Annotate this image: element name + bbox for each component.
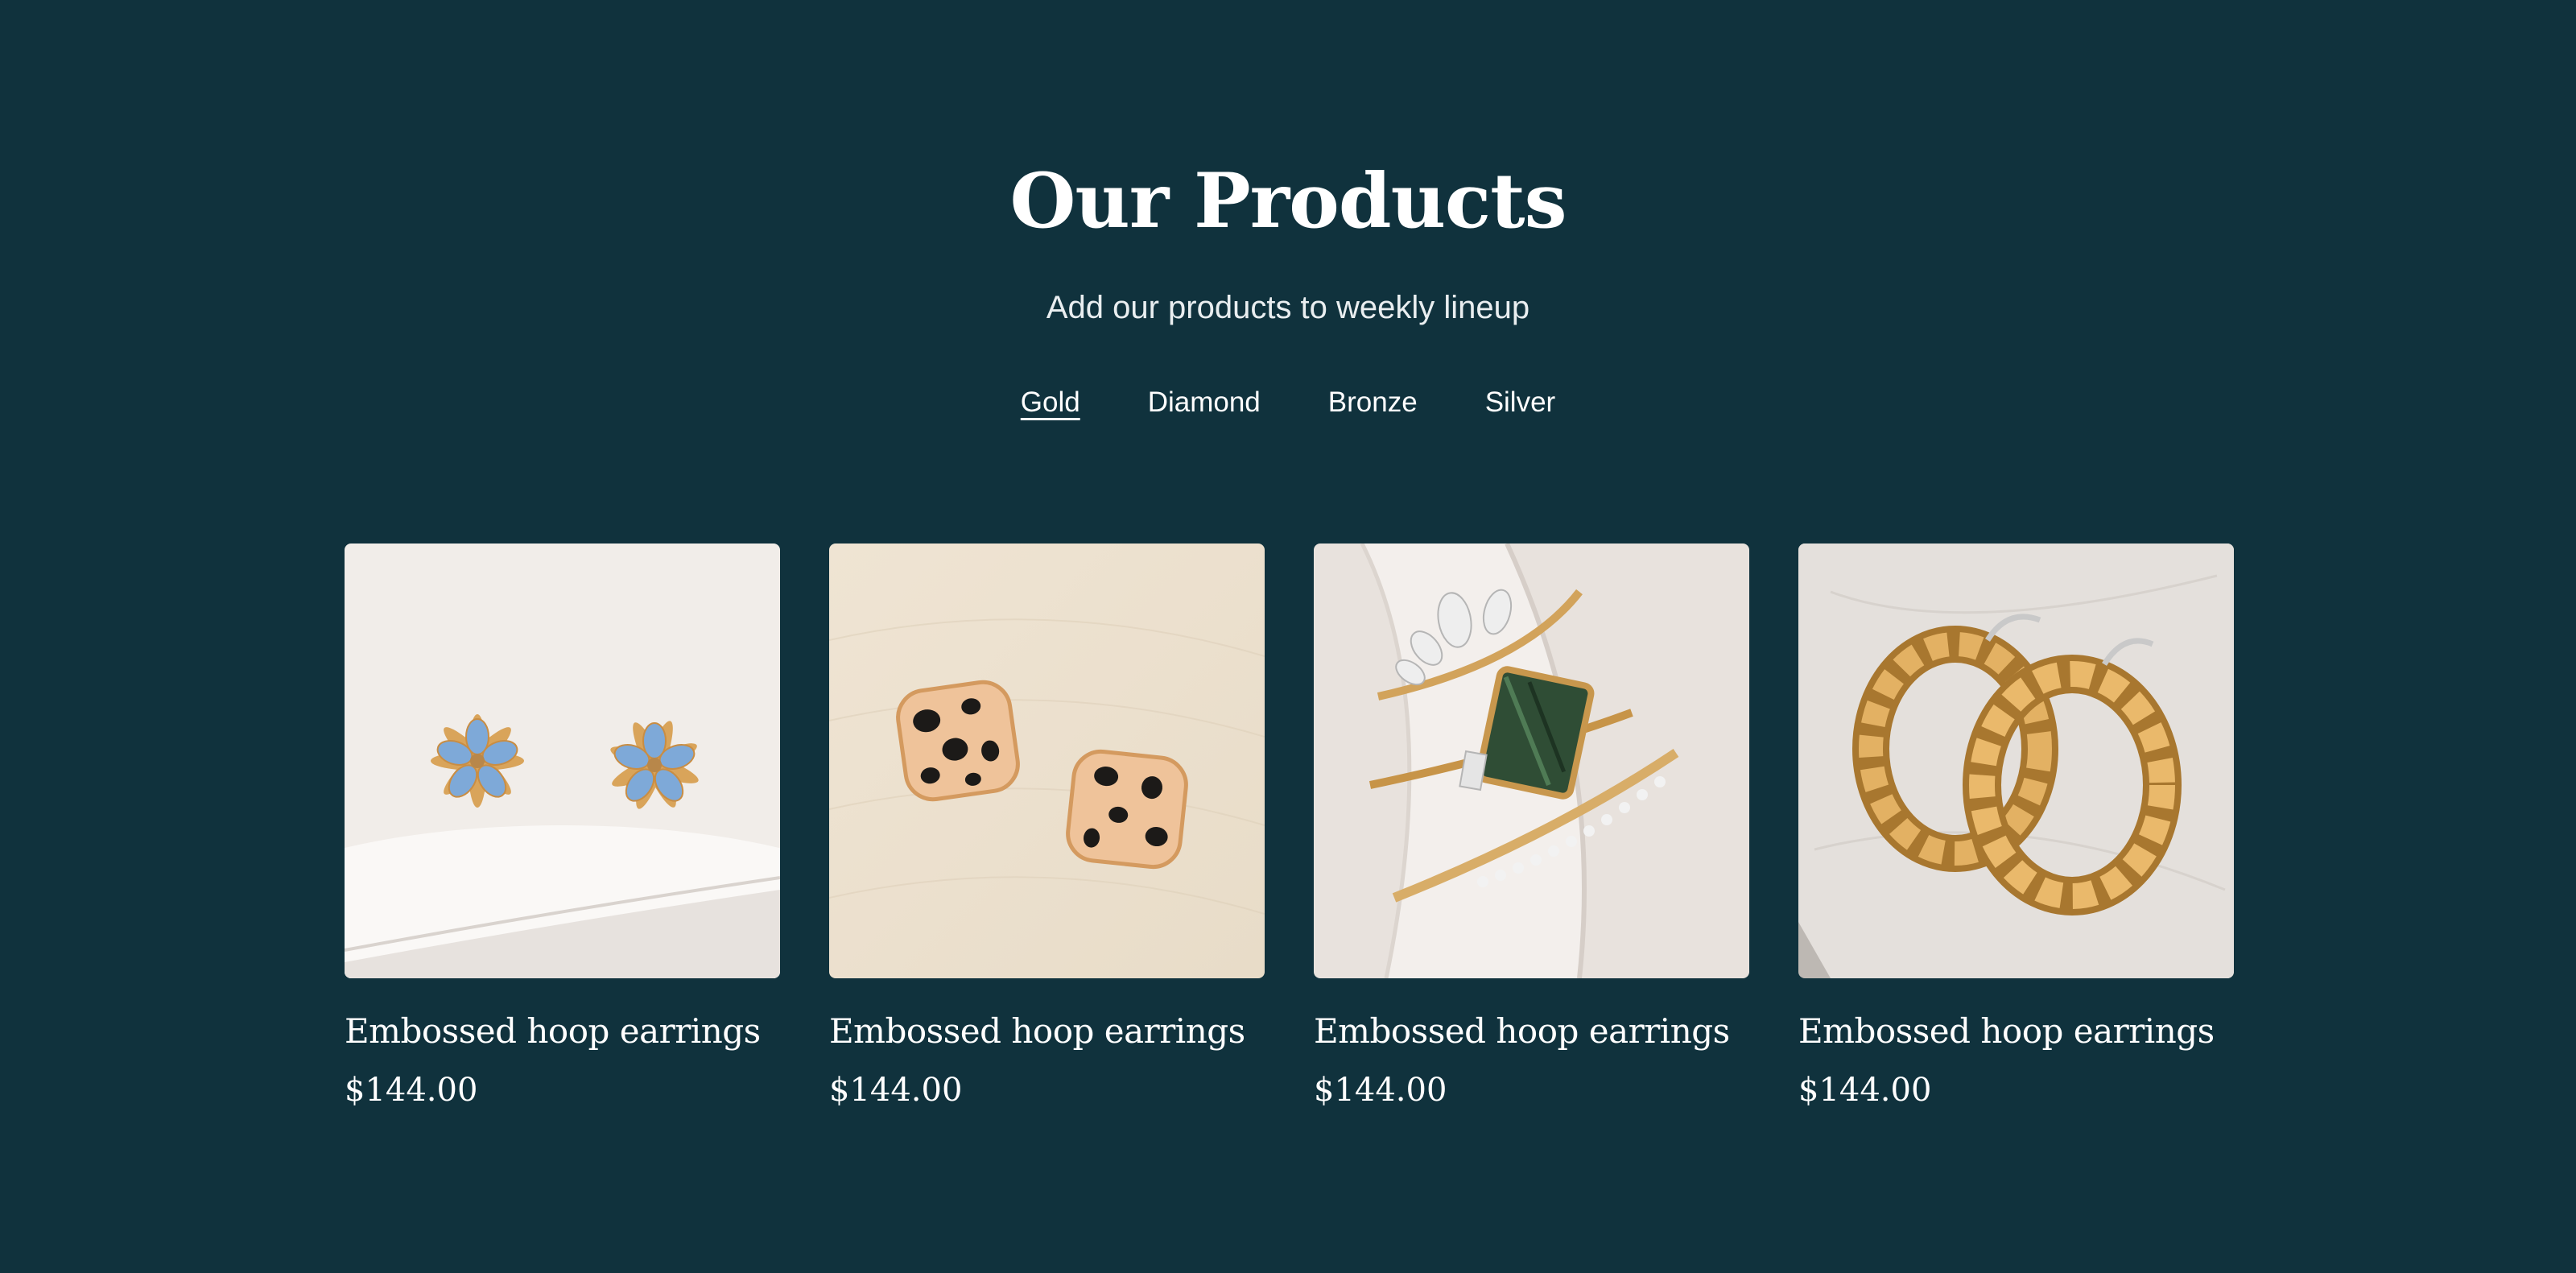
- product-image[interactable]: [1314, 544, 1749, 978]
- dalmatian-earrings-image: [829, 544, 1265, 978]
- stacked-rings-image: [1314, 544, 1749, 978]
- tab-bronze[interactable]: Bronze: [1328, 378, 1418, 427]
- product-price: $144.00: [1314, 1072, 1447, 1109]
- tab-diamond[interactable]: Diamond: [1148, 378, 1261, 427]
- product-price: $144.00: [1798, 1072, 1932, 1109]
- products-section: Our Products Add our products to weekly …: [0, 0, 2576, 1273]
- product-name[interactable]: Embossed hoop earrings: [345, 1009, 780, 1054]
- product-grid: Embossed hoop earrings $144.00 Embossed …: [345, 544, 2234, 1112]
- tab-gold[interactable]: Gold: [1021, 378, 1080, 427]
- section-title: Our Products: [1009, 157, 1567, 246]
- tab-silver[interactable]: Silver: [1485, 378, 1556, 427]
- section-subtitle: Add our products to weekly lineup: [1046, 290, 1530, 325]
- product-name[interactable]: Embossed hoop earrings: [1314, 1009, 1749, 1054]
- product-price: $144.00: [829, 1072, 963, 1109]
- product-image[interactable]: [345, 544, 780, 978]
- product-name[interactable]: Embossed hoop earrings: [1798, 1009, 2234, 1054]
- blue-flower-earrings-image: [345, 544, 780, 978]
- product-image[interactable]: [829, 544, 1265, 978]
- product-card[interactable]: Embossed hoop earrings $144.00: [1314, 544, 1749, 1112]
- product-price: $144.00: [345, 1072, 478, 1109]
- twisted-hoops-image: [1798, 544, 2234, 978]
- product-card[interactable]: Embossed hoop earrings $144.00: [345, 544, 780, 1112]
- product-card[interactable]: Embossed hoop earrings $144.00: [829, 544, 1265, 1112]
- product-card[interactable]: Embossed hoop earrings $144.00: [1798, 544, 2234, 1112]
- product-image[interactable]: [1798, 544, 2234, 978]
- product-name[interactable]: Embossed hoop earrings: [829, 1009, 1265, 1054]
- category-tabs: Gold Diamond Bronze Silver: [0, 378, 2576, 427]
